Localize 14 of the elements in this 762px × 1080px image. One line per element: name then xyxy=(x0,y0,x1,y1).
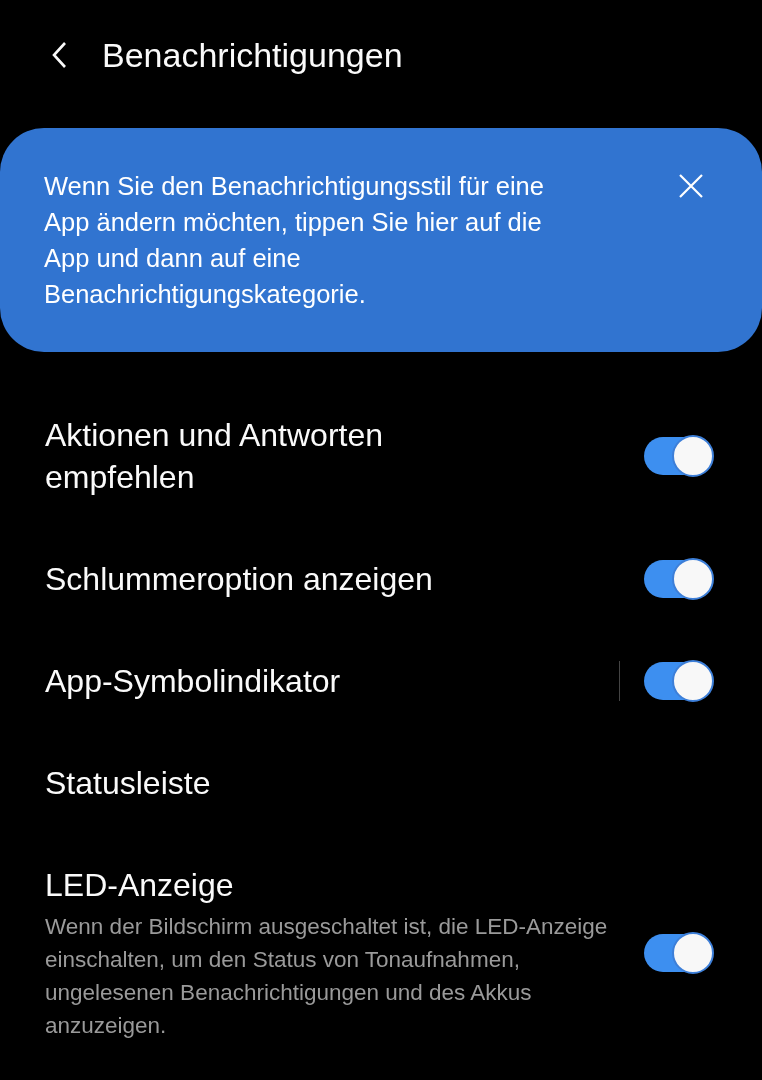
toggle-switch[interactable] xyxy=(644,934,712,972)
toggle-switch[interactable] xyxy=(644,662,712,700)
page-title: Benachrichtigungen xyxy=(102,35,403,75)
close-icon xyxy=(678,172,704,199)
setting-description: Wenn der Bildschirm ausgeschaltet ist, die LED-Anzeige einschalten, um den Status von Tonaufnahmen, ungelesenen Benachrichtigungen und des Akkus anzuzeigen. xyxy=(45,913,609,1040)
banner-text: Wenn Sie den Benachrichtigungsstil für eine App ändern möchten, tippen Sie hier auf die App und dann auf eine Benachrichtigungskategorie. xyxy=(44,171,545,310)
setting-title[interactable]: App-Symbolindikator xyxy=(45,660,485,702)
back-icon xyxy=(51,41,67,69)
setting-title[interactable]: Statusleiste xyxy=(45,762,485,804)
toggle-switch[interactable] xyxy=(644,437,712,475)
setting-title[interactable]: Aktionen und Antworten empfehlen xyxy=(45,414,485,498)
setting-title[interactable]: Schlummeroption anzeigen xyxy=(45,558,485,600)
toggle-switch[interactable] xyxy=(644,560,712,598)
setting-title[interactable]: LED-Anzeige xyxy=(45,864,485,906)
